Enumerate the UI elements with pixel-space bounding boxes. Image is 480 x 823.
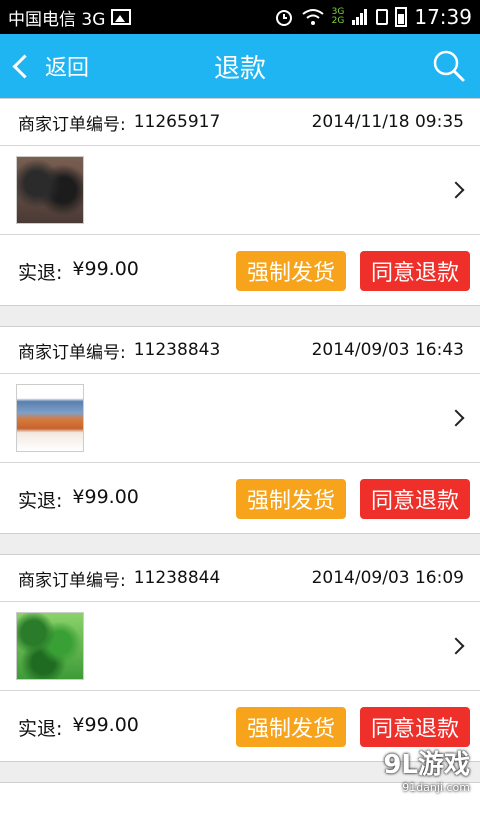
alarm-icon [275, 10, 292, 26]
watermark: 9L游戏 91danji.com [383, 744, 470, 794]
nav-bar: 返回 退款 [0, 34, 480, 98]
refund-value: ¥99.00 [72, 713, 139, 736]
network-type: 3G 2G [332, 8, 345, 26]
order-header: 商家订单编号: 11265917 2014/11/18 09:35 [0, 99, 480, 146]
action-buttons: 强制发货 同意退款 [236, 707, 470, 747]
back-button[interactable]: 返回 [10, 34, 89, 98]
chevron-right-icon [447, 181, 465, 199]
search-icon[interactable] [430, 48, 466, 84]
watermark-site: 91danji.com [402, 781, 470, 794]
agree-refund-button[interactable]: 同意退款 [360, 707, 470, 747]
refund-amount: 实退: ¥99.00 [18, 258, 139, 285]
refund-label: 实退: [18, 261, 63, 284]
sim-icon [376, 9, 389, 25]
action-row: 实退: ¥99.00 强制发货 同意退款 [0, 463, 480, 535]
force-ship-button[interactable]: 强制发货 [236, 251, 346, 291]
refund-label: 实退: [18, 717, 63, 740]
product-row[interactable] [0, 146, 480, 235]
order-datetime: 2014/09/03 16:43 [311, 340, 464, 360]
refund-amount: 实退: ¥99.00 [18, 486, 139, 513]
product-thumbnail [16, 156, 84, 224]
action-buttons: 强制发货 同意退款 [236, 251, 470, 291]
order-label: 商家订单编号: [18, 114, 126, 135]
image-icon [111, 9, 132, 25]
action-buttons: 强制发货 同意退款 [236, 479, 470, 519]
agree-refund-button[interactable]: 同意退款 [360, 251, 470, 291]
status-left: 中国电信 3G [8, 5, 132, 30]
order-card: 商家订单编号: 11238844 2014/09/03 16:09 实退: ¥9… [0, 554, 480, 762]
refund-label: 实退: [18, 489, 63, 512]
refund-value: ¥99.00 [72, 257, 139, 280]
status-bar: 中国电信 3G 3G 2G 17:39 [0, 0, 480, 34]
battery-icon [395, 7, 408, 27]
order-number: 11238843 [133, 340, 221, 360]
wifi-icon [302, 9, 324, 25]
carrier-text: 中国电信 3G [8, 9, 106, 30]
order-number: 11238844 [133, 568, 221, 588]
order-card: 商家订单编号: 11238843 2014/09/03 16:43 实退: ¥9… [0, 326, 480, 534]
order-datetime: 2014/09/03 16:09 [311, 568, 464, 588]
watermark-brand: 9L游戏 [383, 750, 470, 780]
order-card: 商家订单编号: 11265917 2014/11/18 09:35 实退: ¥9… [0, 98, 480, 306]
chevron-left-icon [12, 53, 37, 79]
order-label: 商家订单编号: [18, 570, 126, 591]
refund-value: ¥99.00 [72, 485, 139, 508]
refund-amount: 实退: ¥99.00 [18, 714, 139, 741]
net-bottom: 2G [331, 16, 345, 26]
product-row[interactable] [0, 374, 480, 463]
product-thumbnail [16, 612, 84, 680]
agree-refund-button[interactable]: 同意退款 [360, 479, 470, 519]
clock: 17:39 [414, 5, 472, 29]
order-number: 11265917 [133, 112, 221, 132]
refund-list: 商家订单编号: 11265917 2014/11/18 09:35 实退: ¥9… [0, 98, 480, 823]
status-right: 3G 2G 17:39 [274, 5, 472, 29]
order-datetime: 2014/11/18 09:35 [311, 112, 464, 132]
back-label: 返回 [45, 56, 90, 81]
force-ship-button[interactable]: 强制发货 [236, 707, 346, 747]
product-thumbnail [16, 384, 84, 452]
product-row[interactable] [0, 602, 480, 691]
order-header: 商家订单编号: 11238844 2014/09/03 16:09 [0, 555, 480, 602]
chevron-right-icon [447, 409, 465, 427]
order-header: 商家订单编号: 11238843 2014/09/03 16:43 [0, 327, 480, 374]
action-row: 实退: ¥99.00 强制发货 同意退款 [0, 235, 480, 307]
order-label: 商家订单编号: [18, 342, 126, 363]
force-ship-button[interactable]: 强制发货 [236, 479, 346, 519]
signal-icon [352, 9, 368, 25]
chevron-right-icon [447, 637, 465, 655]
